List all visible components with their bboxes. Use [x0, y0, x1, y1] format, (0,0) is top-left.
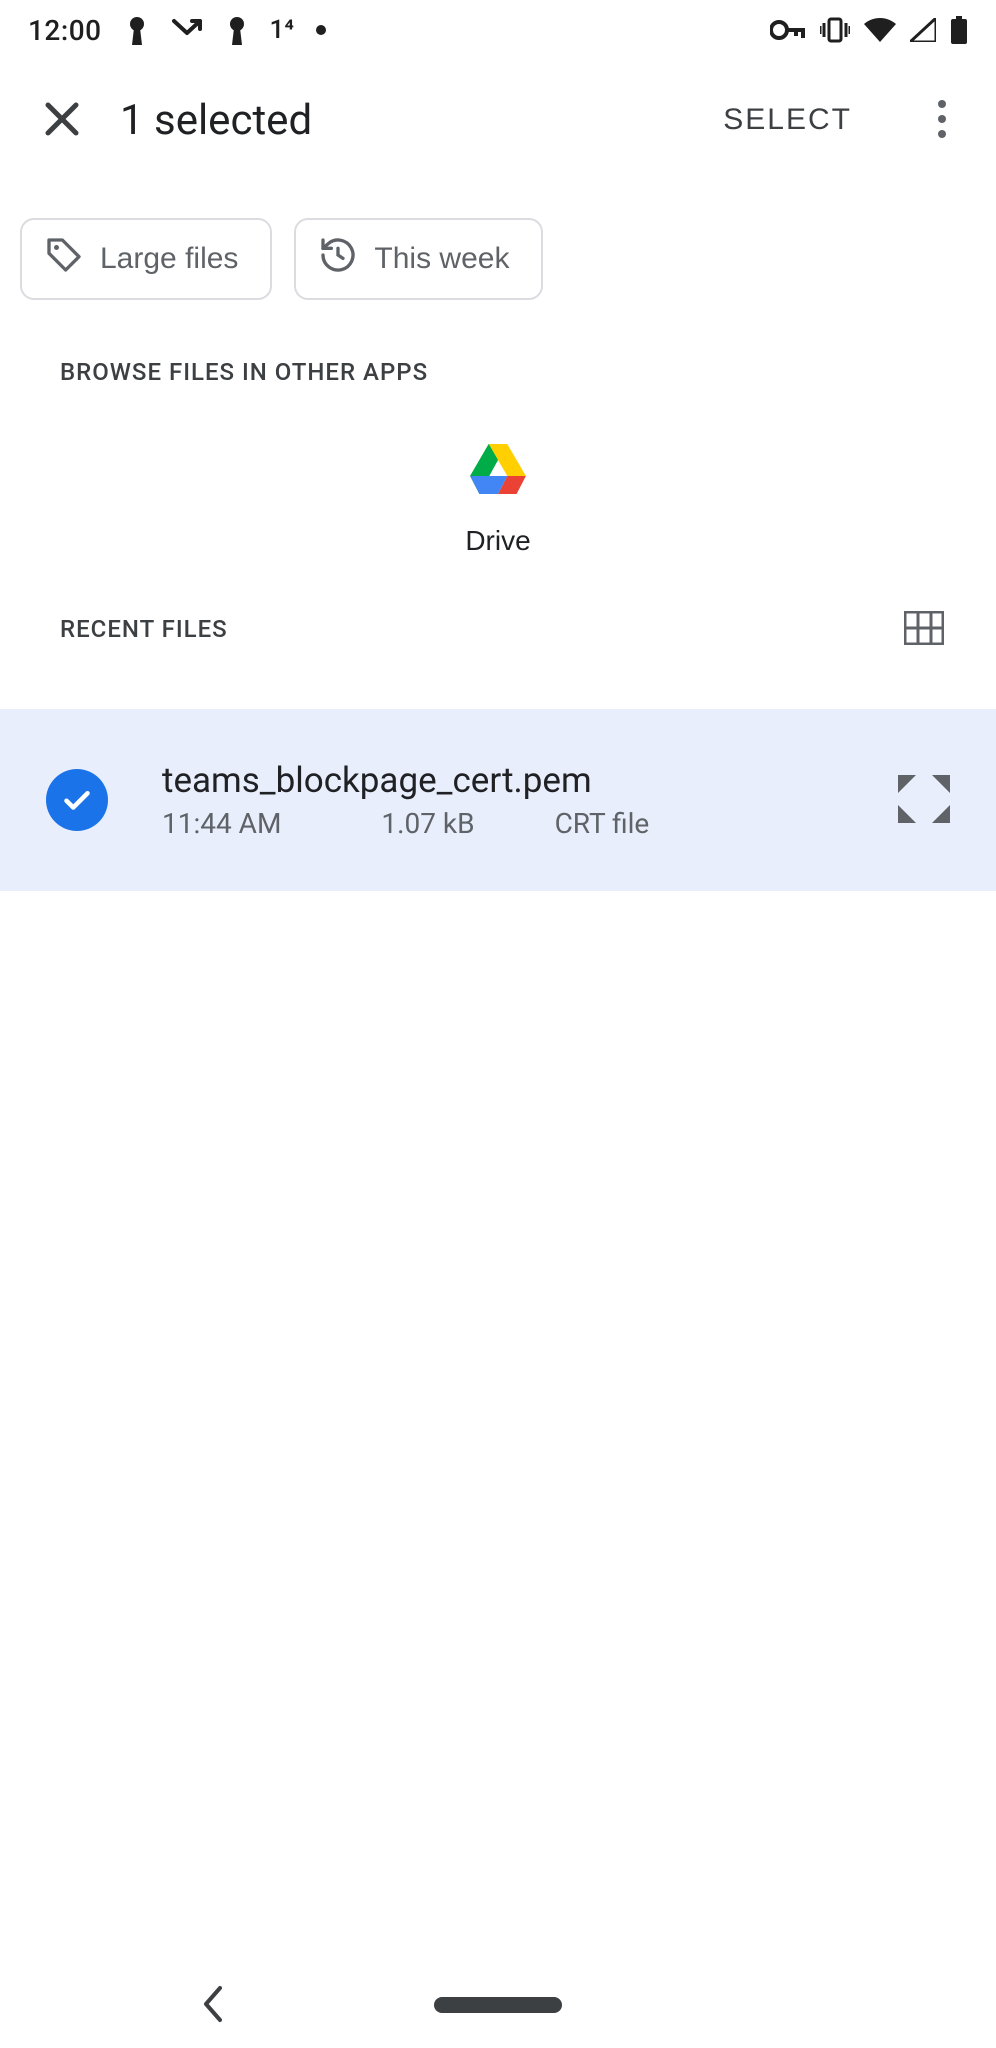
vpn-key-icon: [770, 20, 806, 40]
system-nav-bar: [0, 1962, 996, 2048]
expand-icon: [896, 773, 952, 828]
nav-back-button[interactable]: [200, 1984, 226, 2027]
app-tile-drive[interactable]: Drive: [465, 444, 530, 557]
section-recent-label: RECENT FILES: [60, 615, 228, 643]
chip-label: Large files: [100, 242, 238, 276]
file-row[interactable]: teams_blockpage_cert.pem 11:44 AM 1.07 k…: [0, 709, 996, 891]
grid-view-button[interactable]: [896, 601, 952, 657]
missed-call-icon: [170, 17, 204, 43]
select-all-button[interactable]: SELECT: [717, 93, 858, 147]
wifi-icon: [864, 18, 896, 42]
kebab-icon: [937, 99, 947, 142]
chip-label: This week: [374, 242, 509, 276]
close-button[interactable]: [34, 92, 90, 148]
app-tile-label: Drive: [465, 525, 530, 557]
recent-files-header: RECENT FILES: [0, 589, 996, 669]
vibrate-icon: [820, 17, 850, 43]
file-type: CRT file: [555, 807, 650, 840]
drive-icon: [470, 444, 526, 497]
signal-icon: [910, 18, 936, 42]
chip-large-files[interactable]: Large files: [20, 218, 272, 300]
notif-count: 1⁴: [270, 15, 294, 45]
status-left: 12:00 1⁴: [28, 14, 326, 47]
status-right: [770, 16, 968, 44]
keyhole-notif-icon: [126, 15, 148, 45]
battery-icon: [950, 16, 968, 44]
preview-button[interactable]: [894, 770, 954, 830]
overflow-dot-icon: [316, 25, 326, 35]
app-bar: 1 selected SELECT: [0, 60, 996, 180]
file-name: teams_blockpage_cert.pem: [162, 760, 874, 801]
more-options-button[interactable]: [914, 92, 970, 148]
filter-chips: Large files This week: [0, 180, 996, 330]
section-other-apps-label: BROWSE FILES IN OTHER APPS: [0, 330, 996, 396]
other-apps-row: Drive: [0, 396, 996, 589]
nav-home-pill[interactable]: [434, 1997, 562, 2013]
file-meta: teams_blockpage_cert.pem 11:44 AM 1.07 k…: [162, 760, 874, 840]
appbar-title: 1 selected: [120, 96, 312, 145]
selected-check-icon: [46, 769, 108, 831]
chip-this-week[interactable]: This week: [294, 218, 543, 300]
keyhole-notif-icon-2: [226, 15, 248, 45]
grid-icon: [904, 611, 944, 648]
status-bar: 12:00 1⁴: [0, 0, 996, 60]
file-size: 1.07 kB: [381, 807, 474, 840]
chevron-left-icon: [200, 2012, 226, 2027]
status-clock: 12:00: [28, 14, 102, 47]
close-icon: [42, 99, 82, 142]
file-time: 11:44 AM: [162, 807, 281, 840]
tag-icon: [44, 235, 84, 283]
file-subrow: 11:44 AM 1.07 kB CRT file: [162, 807, 874, 840]
history-icon: [318, 235, 358, 283]
